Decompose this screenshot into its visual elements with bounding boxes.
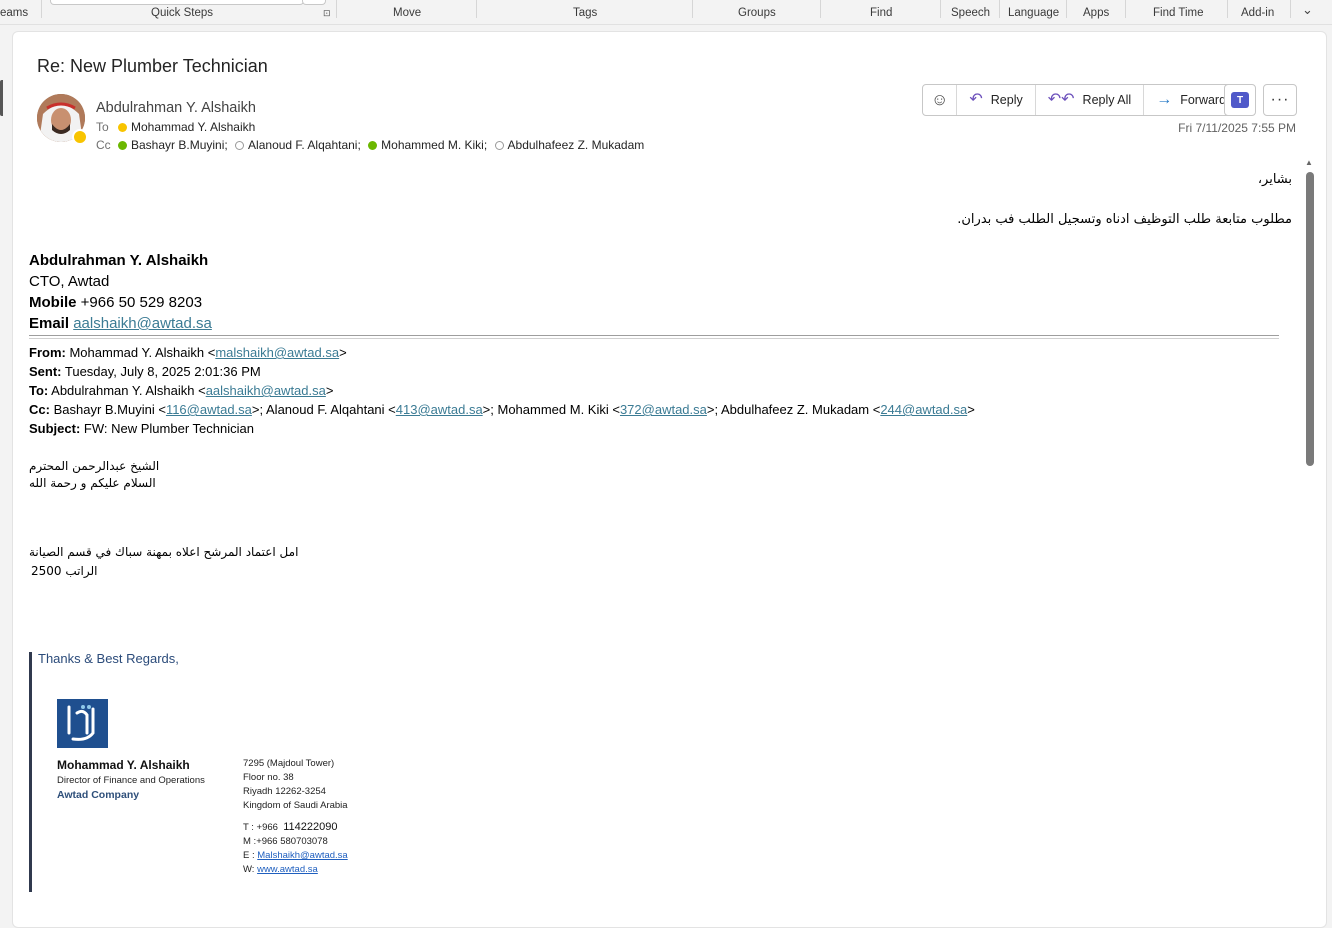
folder-pane-edge	[0, 80, 7, 116]
recipient[interactable]: Mohammed M. Kiki;	[381, 138, 487, 152]
card-address: Kingdom of Saudi Arabia	[243, 800, 348, 811]
ribbon-group-teams: eams	[0, 7, 29, 19]
reply-all-button[interactable]: ↶↶ Reply All	[1036, 85, 1145, 115]
ribbon-group-move: Move	[393, 7, 422, 19]
scrollbar-thumb[interactable]	[1306, 172, 1314, 466]
quick-steps-gallery[interactable]	[50, 0, 304, 5]
presence-away-icon	[72, 129, 88, 145]
fwd-to: To: Abdulrahman Y. Alshaikh <aalshaikh@a…	[29, 383, 334, 398]
quote-bar	[29, 652, 32, 892]
email-link[interactable]: 413@awtad.sa	[396, 402, 483, 417]
fwd-arabic-line: الراتب 2500	[31, 564, 98, 578]
email-link[interactable]: 116@awtad.sa	[166, 402, 252, 417]
recipient[interactable]: Mohammad Y. Alshaikh	[131, 120, 255, 134]
card-mobile: M :+966 580703078	[243, 836, 328, 847]
presence-available-icon	[368, 141, 378, 150]
card-role: Director of Finance and Operations	[57, 775, 205, 786]
body-greeting: بشاير،	[1257, 172, 1292, 187]
cc-recipients: Cc Bashayr B.Muyini; Alanoud F. Alqahtani…	[96, 138, 648, 152]
card-address: Riyadh 12262-3254	[243, 786, 326, 797]
card-address: 7295 (Majdoul Tower)	[243, 758, 335, 769]
fwd-cc: Cc: Bashayr B.Muyini <116@awtad.sa>; Ala…	[29, 402, 975, 417]
teams-button[interactable]: T	[1224, 84, 1256, 116]
message-subject: Re: New Plumber Technician	[37, 56, 268, 76]
email-link[interactable]: 372@awtad.sa	[620, 402, 707, 417]
email-link[interactable]: malshaikh@awtad.sa	[215, 345, 339, 360]
card-address: Floor no. 38	[243, 772, 294, 783]
ribbon-group-tags: Tags	[573, 7, 598, 19]
divider	[29, 335, 1279, 339]
recipient[interactable]: Alanoud F. Alqahtani;	[248, 138, 361, 152]
awtad-logo	[57, 699, 108, 748]
message-date: Fri 7/11/2025 7:55 PM	[1178, 121, 1296, 135]
fwd-subject: Subject: FW: New Plumber Technician	[29, 421, 254, 436]
recipient[interactable]: Abdulhafeez Z. Mukadam	[508, 138, 645, 152]
ribbon-group-find: Find	[870, 7, 893, 19]
reply-all-label: Reply All	[1082, 93, 1132, 107]
fwd-from: From: Mohammad Y. Alshaikh <malshaikh@aw…	[29, 345, 347, 360]
reply-button[interactable]: ↶ Reply	[957, 85, 1036, 115]
message-actions: ☺ ↶ Reply ↶↶ Reply All → Forward	[922, 84, 1240, 116]
forward-label: Forward	[1180, 93, 1227, 107]
reply-all-icon: ↶↶	[1047, 91, 1075, 108]
quick-steps-more-button[interactable]	[302, 0, 326, 5]
scroll-up-icon[interactable]: ▲	[1305, 158, 1313, 167]
email-link[interactable]: 244@awtad.sa	[880, 402, 967, 417]
body-line: مطلوب متابعة طلب التوظيف ادناه وتسجيل ال…	[957, 212, 1292, 227]
ribbon-group-language: Language	[1008, 7, 1060, 19]
card-company: Awtad Company	[57, 789, 140, 801]
card-email: E : Malshaikh@awtad.sa	[243, 850, 348, 861]
card-name: Mohammad Y. Alshaikh	[57, 758, 190, 772]
card-web-link[interactable]: www.awtad.sa	[257, 864, 318, 875]
reaction-button[interactable]: ☺	[923, 85, 958, 115]
ribbon-group-apps: Apps	[1083, 7, 1110, 19]
card-phone: T : +966 114222090	[243, 821, 338, 833]
regards-text: Thanks & Best Regards,	[38, 651, 179, 666]
ribbon-group-groups: Groups	[738, 7, 776, 19]
presence-offline-icon	[494, 141, 504, 150]
ribbon-group-speech: Speech	[951, 7, 991, 19]
reply-label: Reply	[990, 93, 1023, 107]
fwd-arabic-line: الشيخ عبدالرحمن المحترم	[29, 459, 160, 473]
reading-pane	[12, 31, 1327, 928]
presence-away-icon	[118, 123, 127, 132]
signature-title: CTO, Awtad	[29, 273, 110, 290]
email-link[interactable]: aalshaikh@awtad.sa	[206, 383, 326, 398]
signature-mobile: Mobile +966 50 529 8203	[29, 294, 203, 311]
recipient[interactable]: Bashayr B.Muyini;	[131, 138, 228, 152]
ribbon-group-add-in: Add-in	[1241, 7, 1275, 19]
collapse-ribbon-icon[interactable]: ⌄	[1302, 2, 1313, 18]
presence-offline-icon	[235, 141, 245, 150]
ribbon-group-find-time: Find Time	[1153, 7, 1204, 19]
reply-icon: ↶	[969, 91, 983, 108]
forward-icon: →	[1156, 91, 1173, 108]
smiley-icon: ☺	[931, 90, 949, 109]
ribbon-group-quick-steps: Quick Steps	[151, 7, 213, 19]
card-web: W: www.awtad.sa	[243, 864, 318, 875]
fwd-sent: Sent: Tuesday, July 8, 2025 2:01:36 PM	[29, 364, 261, 379]
ribbon: eams Quick Steps ⊡ Move Tags Groups Find…	[0, 0, 1332, 25]
to-recipients: To Mohammad Y. Alshaikh	[96, 120, 259, 134]
signature-email-link[interactable]: aalshaikh@awtad.sa	[73, 315, 212, 332]
card-email-link[interactable]: Malshaikh@awtad.sa	[257, 850, 347, 861]
fwd-arabic-line: امل اعتماد المرشح اعلاه بمهنة سباك في قس…	[29, 545, 299, 559]
presence-available-icon	[118, 141, 127, 150]
ellipsis-icon: ···	[1270, 91, 1290, 108]
teams-icon: T	[1231, 92, 1249, 108]
signature-name: Abdulrahman Y. Alshaikh	[29, 252, 209, 269]
more-actions-button[interactable]: ···	[1263, 84, 1297, 116]
sender-name[interactable]: Abdulrahman Y. Alshaikh	[96, 100, 256, 116]
cc-label: Cc	[96, 138, 111, 152]
fwd-arabic-line: السلام عليكم و رحمة الله	[29, 476, 156, 490]
to-label: To	[96, 120, 109, 134]
dialog-launcher-icon[interactable]: ⊡	[323, 9, 331, 18]
signature-email: Email aalshaikh@awtad.sa	[29, 315, 212, 332]
